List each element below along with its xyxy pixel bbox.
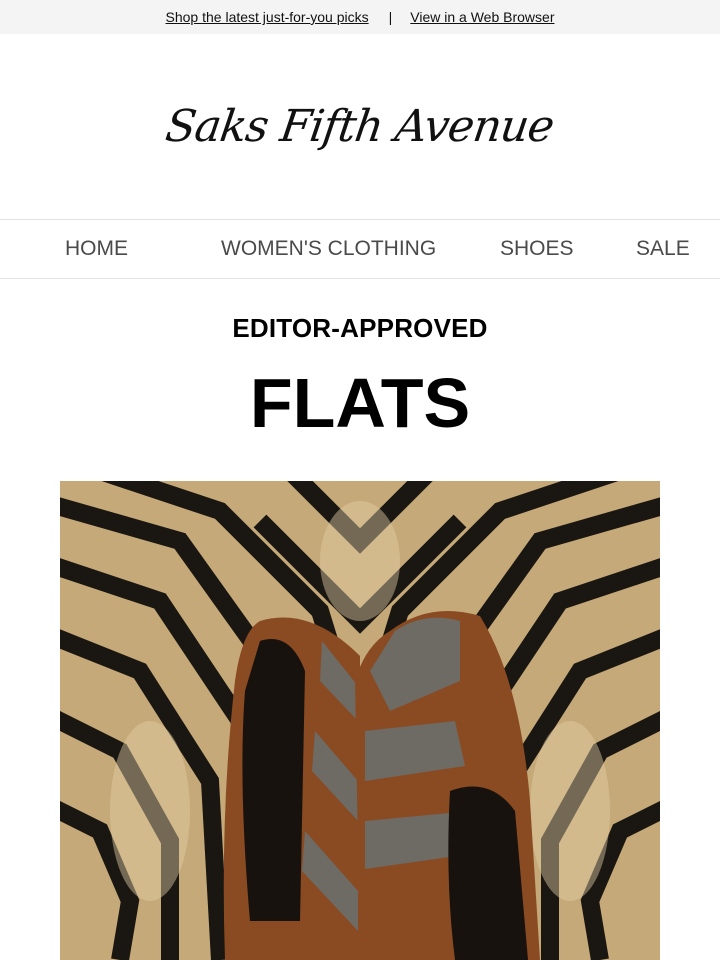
top-utility-bar: Shop the latest just-for-you picks | Vie…	[0, 0, 720, 34]
section-kicker: EDITOR-APPROVED	[232, 313, 488, 343]
topbar-separator: |	[388, 9, 393, 25]
saks-logo[interactable]: Saks Fifth Avenue	[163, 101, 557, 152]
nav-item-shoes[interactable]: SHOES	[500, 237, 574, 261]
nav-item-home[interactable]: HOME	[65, 237, 128, 261]
main-nav: HOME WOMEN'S CLOTHING SHOES SALE	[0, 219, 720, 279]
left-flat-shoe	[223, 617, 360, 960]
web-browser-link[interactable]: View in a Web Browser	[410, 9, 554, 25]
nav-item-womens-clothing[interactable]: WOMEN'S CLOTHING	[221, 237, 436, 261]
hero-flats-photo	[60, 481, 660, 960]
logo-area: Saks Fifth Avenue	[0, 34, 720, 219]
picks-link[interactable]: Shop the latest just-for-you picks	[166, 9, 369, 25]
nav-item-sale[interactable]: SALE	[636, 237, 690, 261]
hero-image[interactable]	[60, 481, 660, 960]
section-headline: FLATS	[249, 364, 471, 442]
